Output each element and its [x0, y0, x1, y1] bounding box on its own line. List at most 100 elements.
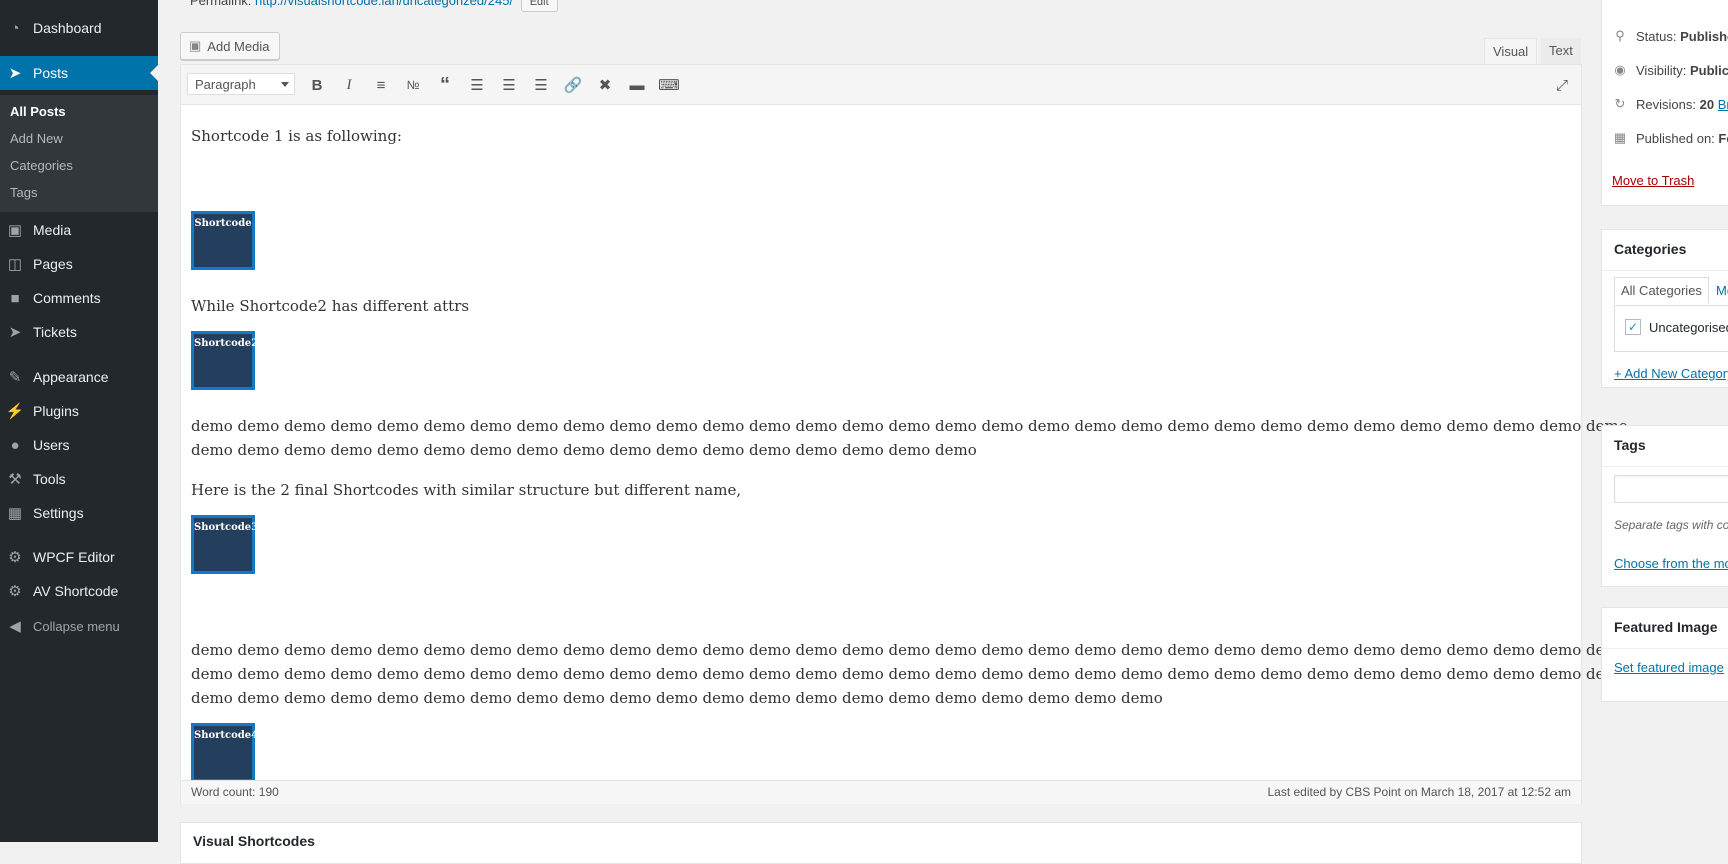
shortcode-block[interactable]: Shortcode4 — [191, 723, 258, 782]
content-paragraph: demo demo demo demo demo demo demo demo … — [191, 689, 1163, 707]
choose-tags-link[interactable]: Choose from the most used tags — [1614, 556, 1728, 571]
post-editor: Paragraph B I ≡ № “ ☰ ☰ ☰ 🔗 ✖ ▬ ⌨ ⤢ Shor… — [180, 64, 1628, 804]
toolbar-toggle-button[interactable]: ⌨ — [658, 74, 680, 96]
published-label: Published on: — [1636, 130, 1715, 146]
menu-users[interactable]: ● Users — [0, 428, 158, 462]
bold-button[interactable]: B — [306, 74, 328, 96]
browse-revisions-link[interactable]: Browse — [1718, 97, 1728, 112]
content-paragraph: Shortcode 1 is as following: — [191, 127, 402, 145]
menu-plugins[interactable]: ⚡ Plugins — [0, 394, 158, 428]
categories-title[interactable]: Categories — [1614, 241, 1686, 257]
tags-input[interactable] — [1614, 475, 1728, 503]
menu-dashboard[interactable]: ◔ Dashboard — [0, 11, 158, 45]
menu-label: Dashboard — [33, 20, 102, 36]
format-select-value: Paragraph — [195, 77, 256, 92]
plug-icon: ⚡ — [5, 403, 25, 420]
pin-icon: ➤ — [8, 324, 22, 341]
content-paragraph: While Shortcode2 has different attrs — [191, 297, 470, 315]
menu-media[interactable]: ▣ Media — [0, 213, 158, 247]
align-right-button[interactable]: ☰ — [530, 74, 552, 96]
submenu-add-new[interactable]: Add New — [10, 131, 63, 146]
menu-pages[interactable]: ◫ Pages — [0, 247, 158, 281]
menu-label: Appearance — [33, 369, 109, 385]
last-edited: Last edited by CBS Point on March 18, 20… — [1267, 785, 1571, 799]
collapse-label: Collapse menu — [33, 618, 120, 634]
submenu-tags[interactable]: Tags — [10, 185, 37, 200]
menu-tickets[interactable]: ➤ Tickets — [0, 315, 158, 349]
publish-box: ⚲ Status: Published ◉ Visibility: Public… — [1601, 0, 1728, 206]
tab-all-categories[interactable]: All Categories — [1614, 277, 1709, 303]
tab-most-used[interactable]: Most Used — [1716, 283, 1728, 298]
category-checkbox[interactable]: ✓ — [1625, 319, 1641, 335]
media-icon: ▣ — [7, 222, 23, 239]
add-new-category-link[interactable]: + Add New Category — [1614, 366, 1728, 381]
set-featured-image-link[interactable]: Set featured image — [1614, 660, 1724, 675]
content-paragraph: Here is the 2 final Shortcodes with simi… — [191, 481, 742, 499]
content-paragraph: demo demo demo demo demo demo demo demo … — [191, 441, 977, 459]
tab-visual[interactable]: Visual — [1484, 38, 1538, 65]
categories-box: Categories All Categories Most Used ✓ Un… — [1601, 229, 1728, 388]
featured-image-title[interactable]: Featured Image — [1614, 619, 1717, 635]
read-more-button[interactable]: ▬ — [626, 74, 648, 96]
shortcode-block[interactable]: Shortcode3 — [191, 515, 258, 574]
numbered-list-button[interactable]: № — [402, 74, 424, 96]
menu-label: Settings — [33, 505, 84, 521]
add-media-button[interactable]: ▣ Add Media — [180, 32, 281, 60]
align-center-button[interactable]: ☰ — [498, 74, 520, 96]
category-list: ✓ Uncategorised — [1614, 305, 1728, 352]
link-button[interactable]: 🔗 — [562, 74, 584, 96]
menu-label: WPCF Editor — [33, 549, 115, 565]
menu-label: Pages — [33, 256, 73, 272]
pin-icon: ➤ — [8, 65, 22, 82]
visibility-row: ◉ Visibility: Public — [1612, 62, 1728, 78]
italic-button[interactable]: I — [338, 74, 360, 96]
visibility-value: Public — [1689, 62, 1728, 78]
shortcode-block[interactable]: Shortcode2 — [191, 331, 258, 390]
tags-title[interactable]: Tags — [1614, 437, 1646, 453]
menu-label: Users — [33, 437, 70, 453]
featured-image-box: Featured Image Set featured image — [1601, 607, 1728, 702]
wrench-icon: ⚒ — [8, 471, 22, 488]
permalink-label: Permalink: — [190, 0, 252, 8]
submenu-categories[interactable]: Categories — [10, 158, 73, 173]
add-media-label: Add Media — [207, 38, 270, 54]
menu-appearance[interactable]: ✎ Appearance — [0, 360, 158, 394]
settings-icon: ▦ — [7, 505, 23, 522]
menu-av-shortcode[interactable]: ⚙ AV Shortcode — [0, 574, 158, 608]
menu-label: Comments — [33, 290, 101, 306]
visual-shortcodes-title[interactable]: Visual Shortcodes — [193, 833, 315, 849]
tab-text[interactable]: Text — [1541, 38, 1581, 64]
revisions-value: 20 — [1699, 96, 1715, 112]
permalink-edit-button[interactable]: Edit — [520, 0, 558, 12]
align-left-button[interactable]: ☰ — [466, 74, 488, 96]
dashboard-icon: ◔ — [10, 19, 20, 37]
posts-submenu: All Posts Add New Categories Tags — [0, 95, 158, 212]
submenu-all-posts[interactable]: All Posts — [10, 104, 66, 119]
published-row: ▦ Published on: Feb — [1612, 130, 1728, 146]
menu-label: Media — [33, 222, 72, 238]
format-select[interactable]: Paragraph — [187, 73, 295, 95]
content-paragraph: demo demo demo demo demo demo demo demo … — [191, 641, 1628, 659]
menu-settings[interactable]: ▦ Settings — [0, 496, 158, 530]
visibility-label: Visibility: — [1636, 62, 1687, 78]
revisions-row: ↻ Revisions: 20 Browse — [1612, 96, 1728, 112]
menu-label: Plugins — [33, 403, 79, 419]
editor-statusbar: Word count: 190 Last edited by CBS Point… — [181, 780, 1581, 804]
fullscreen-icon[interactable]: ⤢ — [1551, 74, 1573, 96]
menu-label: Posts — [33, 65, 69, 81]
tags-box: Tags Separate tags with commas Choose fr… — [1601, 425, 1728, 587]
menu-comments[interactable]: ■ Comments — [0, 281, 158, 315]
menu-posts[interactable]: ➤ Posts — [0, 56, 158, 90]
editor-toolbar: Paragraph B I ≡ № “ ☰ ☰ ☰ 🔗 ✖ ▬ ⌨ ⤢ — [181, 65, 1581, 105]
permalink-link[interactable]: http://visualshortcode.lan/uncategorized… — [255, 0, 513, 8]
menu-tools[interactable]: ⚒ Tools — [0, 462, 158, 496]
collapse-icon: ◀ — [9, 618, 21, 635]
collapse-menu-button[interactable]: ◀ Collapse menu — [0, 609, 158, 643]
unlink-button[interactable]: ✖ — [594, 74, 616, 96]
menu-wpcf-editor[interactable]: ⚙ WPCF Editor — [0, 540, 158, 574]
bullet-list-button[interactable]: ≡ — [370, 74, 392, 96]
blockquote-button[interactable]: “ — [434, 74, 456, 96]
published-value: Feb — [1718, 130, 1728, 146]
move-to-trash-link[interactable]: Move to Trash — [1612, 173, 1694, 188]
shortcode-block[interactable]: Shortcode — [191, 211, 255, 270]
